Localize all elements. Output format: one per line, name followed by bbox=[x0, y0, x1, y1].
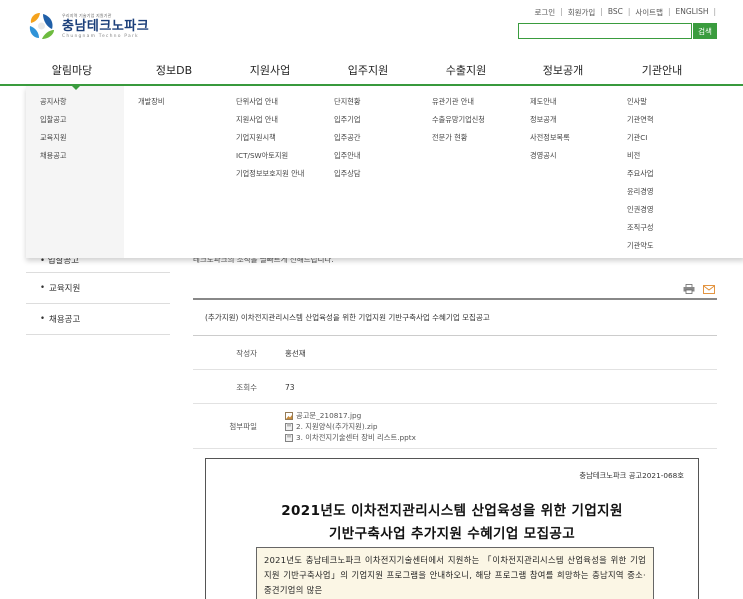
views-value: 73 bbox=[285, 382, 295, 392]
attachment-item[interactable]: 2. 지원양식(추가지원).zip bbox=[285, 421, 416, 432]
author-label: 작성자 bbox=[236, 348, 257, 358]
submenu-tenant-space[interactable]: 입주공간 bbox=[334, 132, 360, 150]
submenu-education[interactable]: 교육지원 bbox=[40, 132, 66, 150]
util-separator: | bbox=[627, 7, 631, 16]
bullet-icon: • bbox=[40, 283, 46, 293]
sidebar-menu: • 입찰공고 • 교육지원 • 채용공고 bbox=[26, 258, 170, 335]
mega-menu-dropdown: 공지사항 입찰공고 교육지원 채용공고 개발장비 단위사업 안내 지원사업 안내… bbox=[26, 86, 743, 258]
submenu-ethics[interactable]: 윤리경영 bbox=[627, 186, 653, 204]
util-separator: | bbox=[560, 7, 563, 16]
util-separator: | bbox=[600, 7, 603, 16]
attachments-row: 첨부파일 공고문_210817.jpg 2. 지원양식(추가지원).zip 3.… bbox=[193, 405, 717, 449]
gnb-item-notice[interactable]: 알림마당 bbox=[30, 56, 114, 84]
submenu-tenant-companies[interactable]: 입주기업 bbox=[334, 114, 360, 132]
pptx-file-icon bbox=[285, 433, 293, 442]
submenu-ict-sw[interactable]: ICT/SW아토지원 bbox=[236, 150, 304, 168]
util-link-join[interactable]: 회원가입 bbox=[568, 7, 596, 18]
submenu-directions[interactable]: 기관약도 bbox=[627, 240, 653, 258]
notice-body: 2021년도 충남테크노파크 이차전지기술센터에서 지원하는 「이차전지관리시스… bbox=[256, 547, 654, 599]
active-menu-arrow-icon bbox=[70, 84, 82, 90]
gnb-item-tenant[interactable]: 입주지원 bbox=[326, 56, 410, 84]
submenu-export-apply[interactable]: 수출유망기업신청 bbox=[432, 114, 485, 132]
submenu-bid[interactable]: 입찰공고 bbox=[40, 114, 66, 132]
logo-name: 충남테크노파크 bbox=[62, 19, 150, 34]
submenu-vision[interactable]: 비전 bbox=[627, 150, 653, 168]
util-link-sitemap[interactable]: 사이트맵 bbox=[635, 7, 663, 18]
attachment-list: 공고문_210817.jpg 2. 지원양식(추가지원).zip 3. 이차전지… bbox=[285, 410, 416, 443]
mega-col-export: 유관기관 안내 수출유망기업신청 전문가 현황 bbox=[432, 96, 485, 150]
gnb-item-support[interactable]: 지원사업 bbox=[228, 56, 312, 84]
submenu-experts[interactable]: 전문가 현황 bbox=[432, 132, 485, 150]
submenu-notice[interactable]: 공지사항 bbox=[40, 96, 66, 114]
views-label: 조회수 bbox=[236, 382, 257, 392]
gnb-item-about[interactable]: 기관안내 bbox=[620, 56, 704, 84]
logo-english: Chungnam Techno Park bbox=[62, 34, 139, 39]
site-logo[interactable]: 우리지역 기술기업 지원기관 충남테크노파크 Chungnam Techno P… bbox=[26, 10, 149, 42]
image-file-icon bbox=[285, 411, 293, 420]
mega-col-tenant: 단지현황 입주기업 입주공간 입주안내 입주상담 bbox=[334, 96, 360, 186]
submenu-policy[interactable]: 기업지원시책 bbox=[236, 132, 304, 150]
mega-col-info-db: 개발장비 bbox=[138, 96, 164, 114]
submenu-ci[interactable]: 기관CI bbox=[627, 132, 653, 150]
submenu-organization[interactable]: 조직구성 bbox=[627, 222, 653, 240]
submenu-related-orgs[interactable]: 유관기관 안내 bbox=[432, 96, 485, 114]
gnb-item-export[interactable]: 수출지원 bbox=[424, 56, 508, 84]
submenu-main-business[interactable]: 주요사업 bbox=[627, 168, 653, 186]
attachment-item[interactable]: 공고문_210817.jpg bbox=[285, 410, 416, 421]
bullet-icon: • bbox=[40, 314, 46, 324]
print-icon[interactable] bbox=[683, 284, 695, 294]
mega-col-notice: 공지사항 입찰공고 교육지원 채용공고 bbox=[40, 96, 66, 168]
util-separator: | bbox=[713, 7, 716, 16]
logo-mark-icon bbox=[26, 10, 58, 42]
notice-number: 충남테크노파크 공고2021-068호 bbox=[579, 471, 684, 480]
submenu-human-rights[interactable]: 인권경영 bbox=[627, 204, 653, 222]
submenu-greeting[interactable]: 인사말 bbox=[627, 96, 653, 114]
notice-title-line1: 2021년도 이차전지관리시스템 산업육성을 위한 기업지원 bbox=[281, 503, 623, 519]
submenu-tenant-guide[interactable]: 입주안내 bbox=[334, 150, 360, 168]
submenu-support-project[interactable]: 지원사업 안내 bbox=[236, 114, 304, 132]
views-row: 조회수 73 bbox=[193, 371, 717, 404]
gnb-item-disclosure[interactable]: 정보공개 bbox=[521, 56, 605, 84]
submenu-unit-project[interactable]: 단위사업 안내 bbox=[236, 96, 304, 114]
zip-file-icon bbox=[285, 422, 293, 431]
submenu-complex-status[interactable]: 단지현황 bbox=[334, 96, 360, 114]
gnb-item-info-db[interactable]: 정보DB bbox=[132, 56, 216, 84]
attachments-label: 첨부파일 bbox=[229, 422, 257, 431]
sidebar-item-bid[interactable]: • 입찰공고 bbox=[26, 258, 170, 273]
submenu-pre-info-list[interactable]: 사전정보목록 bbox=[530, 132, 570, 150]
submenu-history[interactable]: 기관연혁 bbox=[627, 114, 653, 132]
notice-document: 충남테크노파크 공고2021-068호 2021년도 이차전지관리시스템 산업육… bbox=[205, 458, 699, 599]
notice-title-line2: 기반구축사업 추가지원 수혜기업 모집공고 bbox=[328, 526, 576, 542]
submenu-info-disclosure[interactable]: 정보공개 bbox=[530, 114, 570, 132]
mega-col-about: 인사말 기관연혁 기관CI 비전 주요사업 윤리경영 인권경영 조직구성 기관약… bbox=[627, 96, 653, 258]
submenu-management-disclosure[interactable]: 경영공시 bbox=[530, 150, 570, 168]
search-button[interactable]: 검색 bbox=[693, 23, 717, 39]
bullet-icon: • bbox=[40, 258, 46, 266]
page-intro-text: 테크노파크의 소식을 빨빠르게 전해드립니다. bbox=[193, 258, 334, 264]
mega-col-support: 단위사업 안내 지원사업 안내 기업지원시책 ICT/SW아토지원 기업정보보호… bbox=[236, 96, 304, 186]
util-link-english[interactable]: ENGLISH bbox=[676, 7, 709, 18]
submenu-recruit[interactable]: 채용공고 bbox=[40, 150, 66, 168]
util-link-login[interactable]: 로그인 bbox=[534, 7, 555, 18]
author-value: 홍선재 bbox=[285, 348, 306, 358]
util-separator: | bbox=[667, 7, 671, 16]
author-row: 작성자 홍선재 bbox=[193, 337, 717, 370]
attachment-item[interactable]: 3. 이차전지기술센터 장비 리스트.pptx bbox=[285, 432, 416, 443]
utility-links: 로그인 | 회원가입 | BSC | 사이트맵 | ENGLISH | bbox=[534, 7, 721, 18]
submenu-security[interactable]: 기업정보보호지원 안내 bbox=[236, 168, 304, 186]
util-link-bsc[interactable]: BSC bbox=[608, 7, 623, 18]
sidebar-item-education[interactable]: • 교육지원 bbox=[26, 273, 170, 304]
main-navigation: 알림마당 정보DB 지원사업 입주지원 수출지원 정보공개 기관안내 bbox=[0, 56, 743, 84]
submenu-tenant-consult[interactable]: 입주상담 bbox=[334, 168, 360, 186]
post-title: (추가지원) 이차전지관리시스템 산업육성을 위한 기업지원 기반구축사업 수혜… bbox=[193, 300, 717, 336]
submenu-equipment[interactable]: 개발장비 bbox=[138, 96, 164, 114]
submenu-system-guide[interactable]: 제도안내 bbox=[530, 96, 570, 114]
sidebar-item-recruit[interactable]: • 채용공고 bbox=[26, 304, 170, 335]
mega-col-disclosure: 제도안내 정보공개 사전정보목록 경영공시 bbox=[530, 96, 570, 168]
mail-icon[interactable] bbox=[703, 285, 715, 294]
search-input[interactable] bbox=[518, 23, 692, 39]
